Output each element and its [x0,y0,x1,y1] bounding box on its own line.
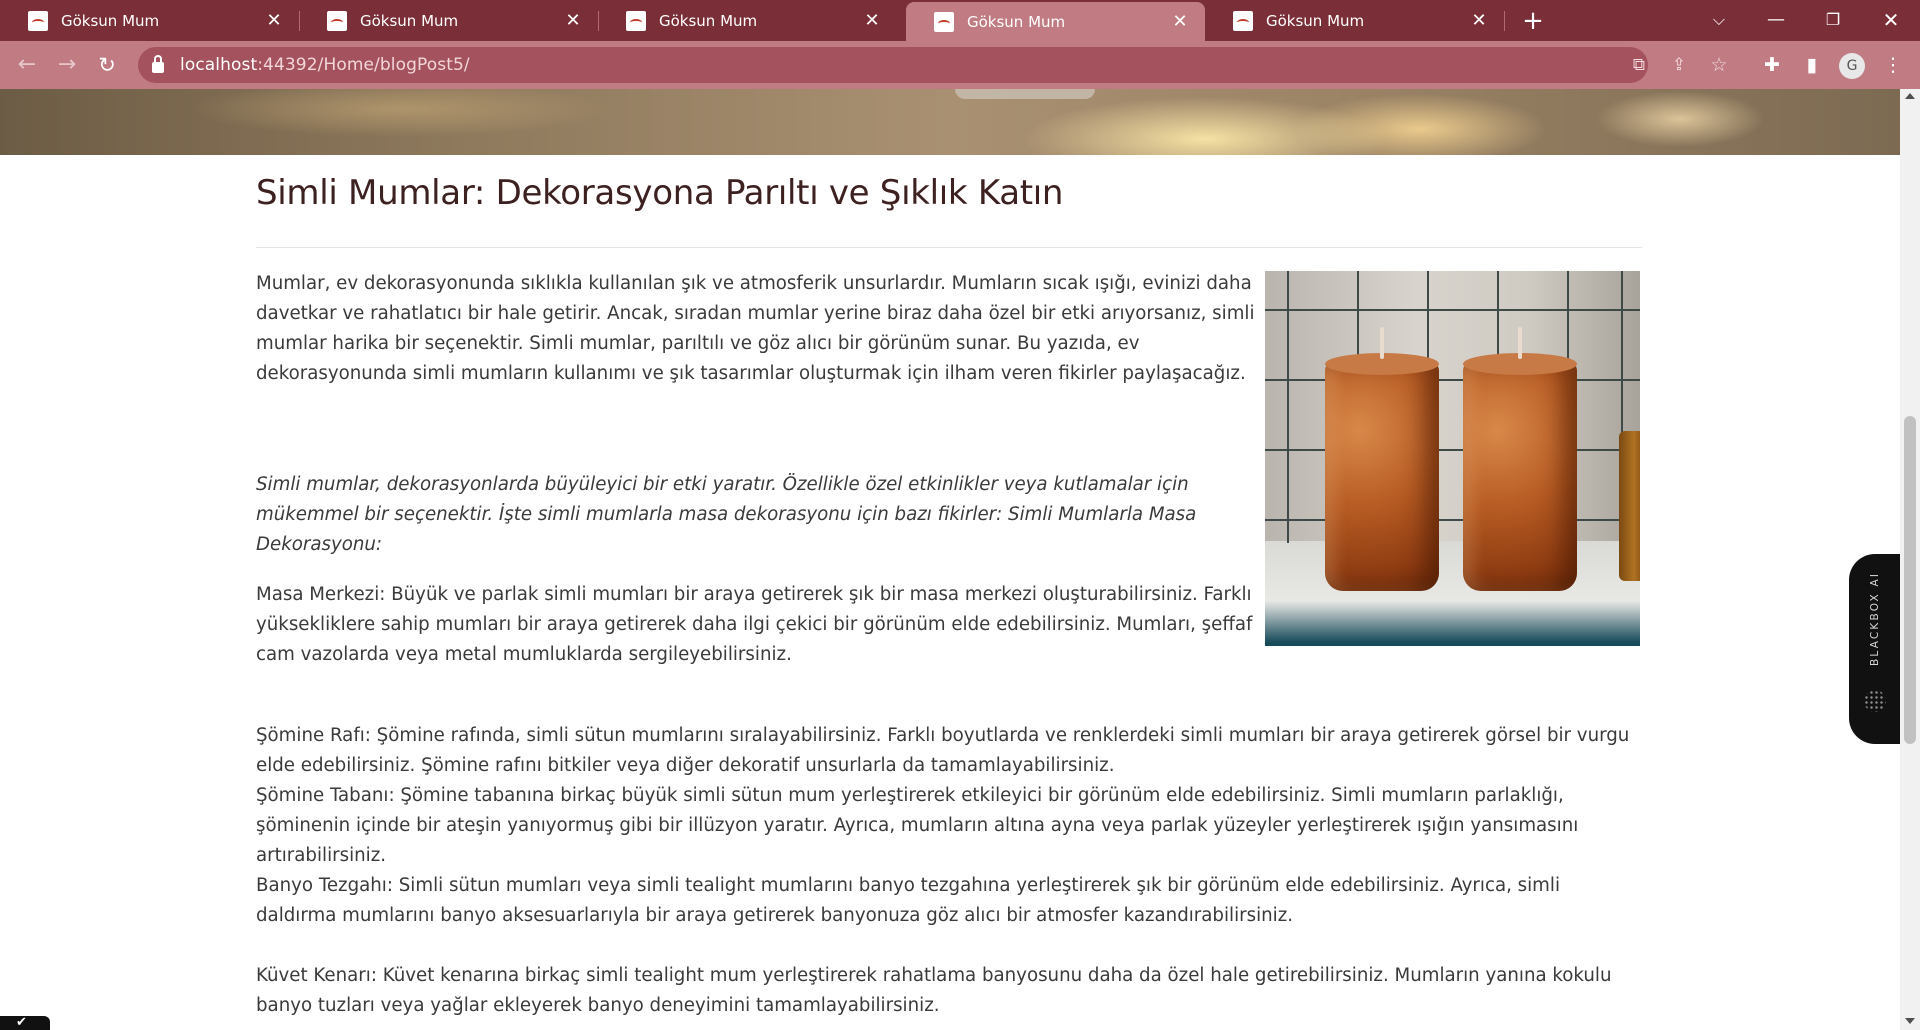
paragraph-somine-rafi: Şömine Rafı: Şömine rafında, simli sütun… [256,725,1630,776]
tab-search-chevron-icon[interactable]: ⌵ [1694,0,1744,41]
page-viewport: Simli Mumlar: Dekorasyona Parıltı ve Şık… [0,89,1900,1030]
site-favicon-icon [1233,10,1253,31]
paragraph-kuvet-kenari: Küvet Kenarı: Küvet kenarına birkaç siml… [256,965,1612,1016]
browser-toolbar: ← → ↻ localhost:44392/Home/blogPost5/ ⧉ … [0,41,1920,89]
blackbox-ai-label: BLACKBOX AI [1869,571,1881,666]
close-tab-icon[interactable]: ✕ [558,10,588,31]
restore-window-icon[interactable]: ❐ [1808,0,1858,41]
tab-title: Göksun Mum [967,12,1066,31]
tab-title: Göksun Mum [659,11,758,30]
tab-title: Göksun Mum [1266,11,1365,30]
tab-title: Göksun Mum [360,11,459,30]
amber-jar [1619,431,1640,581]
title-divider [256,247,1642,248]
forward-arrow-icon[interactable]: → [50,48,84,82]
address-bar[interactable]: localhost:44392/Home/blogPost5/ ⧉ ⇪ ☆ [138,47,1728,83]
menu-kebab-icon[interactable]: ⋮ [1878,50,1908,80]
hero-banner-image [0,89,1900,155]
paragraph-banyo-tezgahi: Banyo Tezgahı: Simli sütun mumları veya … [256,875,1561,926]
tab-separator [1504,11,1505,31]
corner-badge[interactable]: ✔ [0,1015,50,1030]
reload-icon[interactable]: ↻ [90,48,124,82]
candle-left [1325,361,1439,591]
glitter-candles-image [1265,271,1640,646]
translate-icon[interactable]: ⧉ [1626,53,1652,77]
paragraph-intro: Mumlar, ev dekorasyonunda sıklıkla kulla… [256,273,1255,384]
close-tab-icon[interactable]: ✕ [1464,10,1494,31]
vertical-scrollbar[interactable] [1900,89,1920,1030]
share-icon[interactable]: ⇪ [1666,53,1692,77]
hero-candle-glass [955,89,1095,99]
close-tab-icon[interactable]: ✕ [1165,11,1195,32]
tab-title: Göksun Mum [61,11,160,30]
back-arrow-icon[interactable]: ← [10,48,44,82]
paragraph-masa-merkezi: Masa Merkezi: Büyük ve parlak simli muml… [256,584,1253,665]
paragraph-somine-tabani: Şömine Tabanı: Şömine tabanına birkaç bü… [256,785,1579,866]
paragraph-italic-intro: Simli mumlar, dekorasyonlarda büyüleyici… [256,474,1197,555]
minimize-icon[interactable]: — [1751,0,1801,41]
tab-5[interactable]: Göksun Mum ✕ [1205,0,1504,41]
blackbox-logo-icon [1864,690,1886,712]
tab-strip: Göksun Mum ✕ Göksun Mum ✕ Göksun Mum ✕ G… [0,0,1920,41]
new-tab-plus-icon[interactable]: + [1516,4,1550,38]
lock-icon[interactable] [152,54,164,73]
tab-2[interactable]: Göksun Mum ✕ [299,0,598,41]
profile-avatar[interactable]: G [1839,53,1865,79]
tab-3[interactable]: Göksun Mum ✕ [598,0,897,41]
scroll-down-arrow-icon[interactable] [1905,1018,1915,1024]
side-panel-icon[interactable]: ▮ [1797,50,1827,80]
close-tab-icon[interactable]: ✕ [857,10,887,31]
site-favicon-icon [28,10,48,31]
tab-1[interactable]: Göksun Mum ✕ [0,0,299,41]
scrollbar-thumb[interactable] [1904,416,1916,744]
scroll-up-arrow-icon[interactable] [1905,93,1915,99]
paragraph-somine: Şömine Rafı: Şömine rafında, simli sütun… [256,721,1646,871]
close-window-icon[interactable]: ✕ [1866,0,1916,41]
site-favicon-icon [327,10,347,31]
bookmark-star-icon[interactable]: ☆ [1706,53,1732,77]
check-icon: ✔ [16,1015,27,1030]
url-text[interactable]: localhost:44392/Home/blogPost5/ [180,55,470,75]
extensions-puzzle-icon[interactable]: ✚ [1757,50,1787,80]
close-tab-icon[interactable]: ✕ [259,10,289,31]
page-title: Simli Mumlar: Dekorasyona Parıltı ve Şık… [256,173,1064,213]
tab-4-active[interactable]: Göksun Mum ✕ [906,2,1205,41]
blackbox-ai-widget[interactable]: BLACKBOX AI [1849,554,1900,744]
candle-right [1463,361,1577,591]
site-favicon-icon [934,11,954,32]
site-favicon-icon [626,10,646,31]
